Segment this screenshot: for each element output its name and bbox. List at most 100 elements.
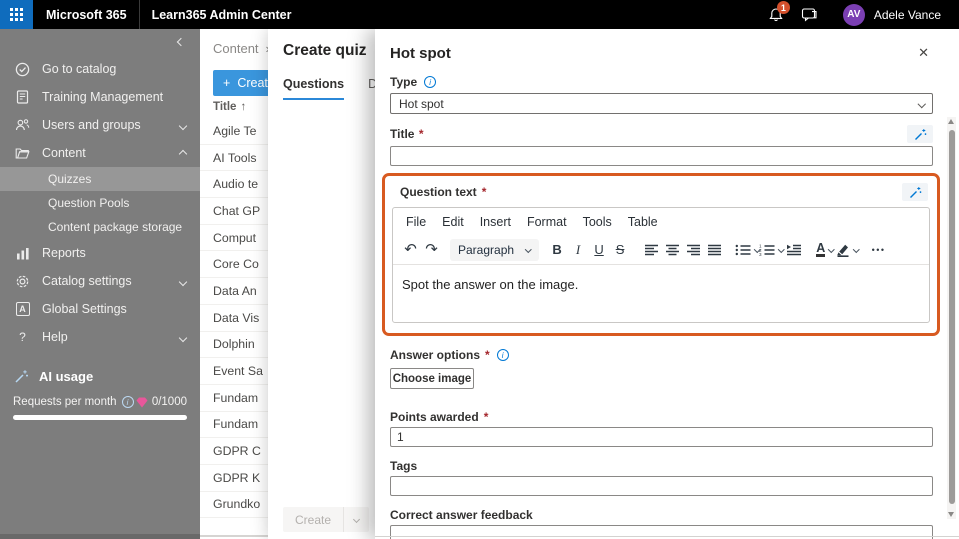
plus-icon: + (223, 76, 230, 90)
menu-edit[interactable]: Edit (434, 215, 472, 229)
sort-ascending-icon: ↑ (240, 101, 246, 113)
svg-text:3: 3 (759, 252, 762, 256)
correct-answer-feedback-input[interactable] (390, 525, 933, 539)
header-divider (139, 0, 140, 29)
sidebar: Go to catalog Training Management Users … (0, 29, 200, 539)
screen: Microsoft 365 Learn365 Admin Center 1 AV… (0, 0, 959, 539)
user-name[interactable]: Adele Vance (874, 8, 949, 22)
ai-usage-section[interactable]: AI usage (0, 365, 200, 387)
underline-button[interactable]: U (589, 238, 610, 262)
gem-icon (136, 397, 148, 408)
feedback-button[interactable] (793, 0, 827, 29)
brand-label[interactable]: Microsoft 365 (46, 8, 127, 22)
sidebar-item-go-to-catalog[interactable]: Go to catalog (0, 55, 200, 83)
italic-button[interactable]: I (568, 238, 589, 262)
chevron-down-icon (525, 246, 531, 252)
scroll-down-arrow-icon[interactable] (948, 512, 954, 517)
info-icon[interactable]: i (497, 349, 509, 361)
chevron-down-icon (180, 118, 186, 132)
magic-wand-icon (909, 186, 922, 199)
sidebar-item-label: Go to catalog (42, 62, 116, 76)
undo-button[interactable]: ↶ (400, 238, 421, 262)
sidebar-item-content[interactable]: Content (0, 139, 200, 167)
magic-wand-icon (14, 369, 29, 384)
training-icon (14, 90, 31, 104)
sidebar-item-catalog-settings[interactable]: Catalog settings (0, 267, 200, 295)
menu-table[interactable]: Table (620, 215, 666, 229)
choose-image-button[interactable]: Choose image (390, 368, 474, 389)
numbered-list-button[interactable]: 123 (759, 238, 784, 262)
create-dropdown-button[interactable] (343, 507, 369, 532)
sidebar-item-quizzes[interactable]: Quizzes (0, 167, 200, 191)
highlight-color-button[interactable] (836, 238, 859, 262)
sidebar-collapse-button[interactable] (0, 29, 200, 55)
app-title[interactable]: Learn365 Admin Center (152, 8, 292, 22)
tab-questions[interactable]: Questions (283, 77, 344, 100)
bold-button[interactable]: B (547, 238, 568, 262)
sidebar-item-question-pools[interactable]: Question Pools (0, 191, 200, 215)
required-marker: * (484, 410, 489, 424)
justify-button[interactable] (704, 238, 725, 262)
requests-label: Requests per month (13, 396, 117, 408)
points-awarded-input[interactable] (390, 427, 933, 447)
sidebar-item-training-management[interactable]: Training Management (0, 83, 200, 111)
indent-button[interactable] (784, 238, 805, 262)
sidebar-item-users-and-groups[interactable]: Users and groups (0, 111, 200, 139)
redo-button[interactable]: ↷ (421, 238, 442, 262)
help-icon: ? (14, 330, 31, 344)
sidebar-item-content-package-storage[interactable]: Content package storage (0, 215, 200, 239)
breadcrumb[interactable]: Content › (213, 41, 270, 56)
menu-insert[interactable]: Insert (472, 215, 519, 229)
info-icon[interactable]: i (424, 76, 436, 88)
ai-generate-question-button[interactable] (902, 183, 928, 201)
align-left-button[interactable] (641, 238, 662, 262)
info-icon[interactable]: i (122, 396, 134, 408)
breadcrumb-content[interactable]: Content (213, 41, 259, 56)
strikethrough-button[interactable]: S (610, 238, 631, 262)
menu-tools[interactable]: Tools (575, 215, 620, 229)
sidebar-item-label: Users and groups (42, 118, 141, 132)
tags-label: Tags (390, 459, 417, 473)
sidebar-item-label: Reports (42, 246, 86, 260)
sidebar-item-label: Content (42, 146, 86, 160)
chevron-up-icon (180, 146, 186, 160)
tags-input[interactable] (390, 476, 933, 496)
sidebar-item-global-settings[interactable]: A Global Settings (0, 295, 200, 323)
bullet-list-button[interactable] (735, 238, 760, 262)
avatar[interactable]: AV (843, 4, 865, 26)
close-icon[interactable]: ✕ (914, 43, 933, 63)
sidebar-item-reports[interactable]: Reports (0, 239, 200, 267)
question-text-label: Question text (400, 185, 477, 199)
type-dropdown[interactable]: Hot spot (390, 93, 933, 114)
sidebar-item-help[interactable]: ? Help (0, 323, 200, 351)
panel-scrollbar[interactable] (947, 117, 956, 519)
required-marker: * (482, 185, 487, 199)
justify-icon (707, 244, 722, 256)
scrollbar-thumb[interactable] (949, 130, 955, 504)
menu-format[interactable]: Format (519, 215, 575, 229)
align-right-button[interactable] (683, 238, 704, 262)
indent-icon (786, 244, 802, 256)
chevron-left-icon (177, 38, 185, 46)
title-label: Title (390, 127, 414, 141)
sidebar-item-label: Quizzes (48, 172, 91, 186)
ai-generate-title-button[interactable] (907, 125, 933, 143)
paragraph-style-dropdown[interactable]: Paragraph (450, 239, 539, 261)
align-center-icon (665, 244, 680, 256)
scroll-up-arrow-icon[interactable] (948, 119, 954, 124)
required-marker: * (419, 127, 424, 141)
create-split-button[interactable]: Create (283, 507, 369, 532)
align-center-button[interactable] (662, 238, 683, 262)
numbered-list-icon: 123 (759, 244, 775, 256)
more-tools-button[interactable]: ••• (868, 238, 889, 262)
column-header-title[interactable]: Title ↑ (213, 101, 246, 113)
editor-toolbar: ↶ ↷ Paragraph B I U S (393, 235, 929, 265)
notifications-button[interactable]: 1 (759, 0, 793, 29)
question-text-content[interactable]: Spot the answer on the image. (393, 265, 929, 322)
catalog-check-icon (14, 62, 31, 77)
bullet-list-icon (735, 244, 751, 256)
menu-file[interactable]: File (398, 215, 434, 229)
text-color-button[interactable]: A (815, 238, 836, 262)
title-input[interactable] (390, 146, 933, 166)
app-launcher-button[interactable] (0, 0, 33, 29)
